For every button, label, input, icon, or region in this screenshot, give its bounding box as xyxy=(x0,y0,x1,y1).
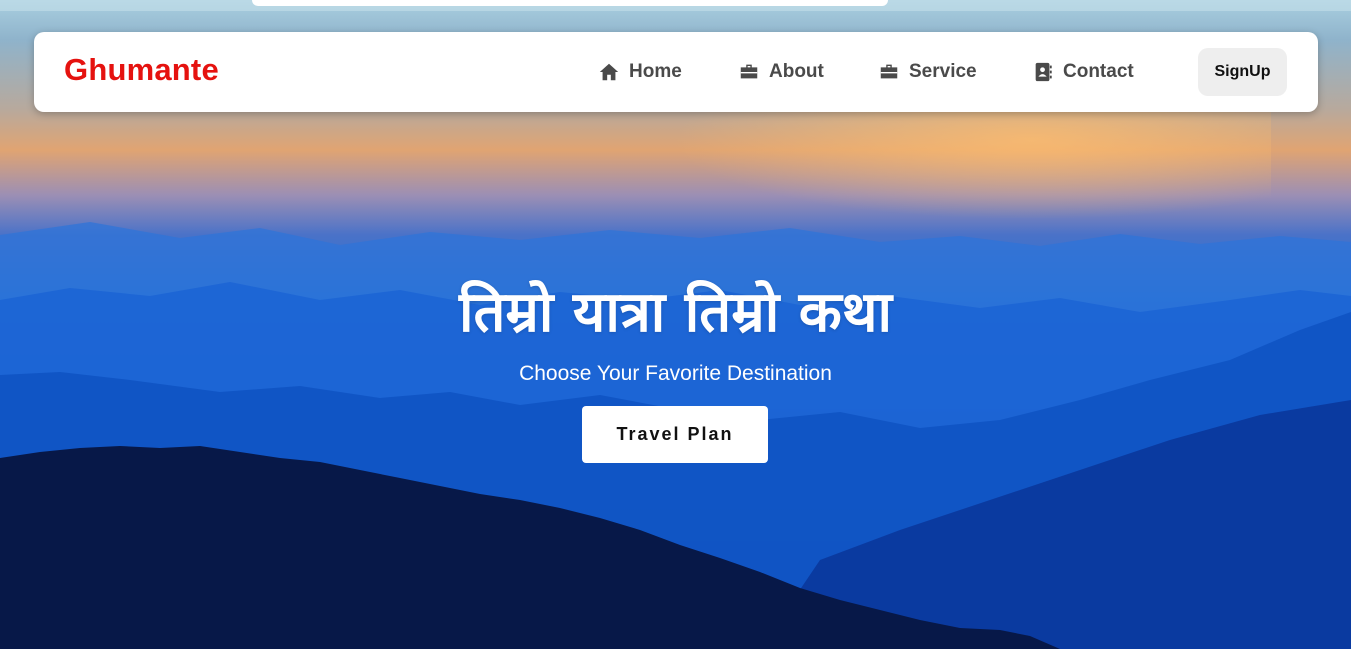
nav-item-label: Home xyxy=(629,61,682,82)
nav-item-home[interactable]: Home xyxy=(598,59,682,85)
hero-headline: तिम्रो यात्रा तिम्रो कथा xyxy=(458,280,893,345)
briefcase-icon xyxy=(738,61,760,83)
briefcase-icon xyxy=(878,61,900,83)
nav-item-service[interactable]: Service xyxy=(878,59,977,85)
browser-top-strip xyxy=(0,0,1351,11)
home-icon xyxy=(598,61,620,83)
nav-item-about[interactable]: About xyxy=(738,59,824,85)
navbar: Ghumante Home About Service Contact Sign… xyxy=(34,32,1318,112)
address-bar-edge xyxy=(252,0,888,6)
address-book-icon xyxy=(1032,61,1054,83)
nav-item-contact[interactable]: Contact xyxy=(1032,59,1134,85)
travel-plan-button[interactable]: Travel Plan xyxy=(582,406,768,463)
brand-logo[interactable]: Ghumante xyxy=(64,52,219,88)
nav-item-label: About xyxy=(769,61,824,82)
signup-button[interactable]: SignUp xyxy=(1198,48,1287,96)
nav-item-label: Service xyxy=(909,61,977,82)
hero-subtitle: Choose Your Favorite Destination xyxy=(519,362,832,385)
nav-item-label: Contact xyxy=(1063,61,1134,82)
